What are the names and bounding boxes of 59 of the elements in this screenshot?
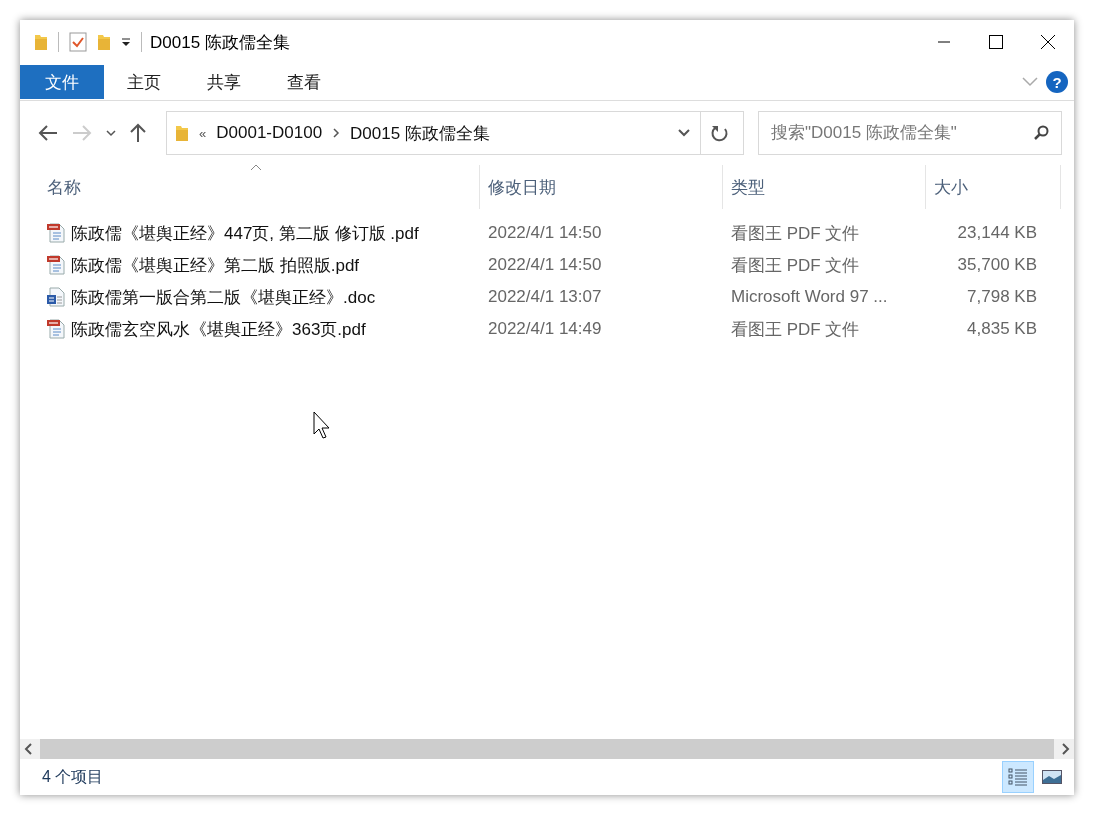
folder-icon xyxy=(175,124,189,142)
file-row[interactable]: 陈政儒《堪舆正经》第二版 拍照版.pdf 2022/4/1 14:50 看图王 PDF 文件 35,700 KB xyxy=(20,249,1074,281)
recent-dropdown-icon[interactable] xyxy=(106,129,116,137)
column-header[interactable]: 修改日期 xyxy=(480,165,723,209)
file-row[interactable]: 陈政儒玄空风水《堪舆正经》363页.pdf 2022/4/1 14:49 看图王 PDF 文件 4,835 KB xyxy=(20,313,1074,345)
sort-caret-icon xyxy=(249,164,262,171)
breadcrumb-item[interactable]: D0015 陈政儒全集 xyxy=(350,121,490,145)
file-size: 23,144 KB xyxy=(956,223,1038,243)
address-dropdown-icon[interactable] xyxy=(678,129,690,137)
up-arrow-icon[interactable] xyxy=(130,123,146,143)
close-icon[interactable] xyxy=(1040,34,1056,50)
word-document-icon xyxy=(47,287,65,307)
modified-date: 2022/4/1 14:50 xyxy=(487,255,603,275)
chevron-right-icon[interactable] xyxy=(332,128,341,138)
file-size: 7,798 KB xyxy=(966,287,1038,307)
pdf-file-icon xyxy=(47,319,65,339)
file-type: 看图王 PDF 文件 xyxy=(730,222,861,245)
file-menu-tab[interactable]: 文件 xyxy=(20,65,104,99)
landscape-picture-icon[interactable] xyxy=(1042,770,1062,784)
customize-dropdown-icon[interactable] xyxy=(121,37,131,47)
item-count: 4 个项目 xyxy=(42,766,104,787)
file-name: 陈政儒《堪舆正经》第二版 拍照版.pdf xyxy=(71,254,360,277)
horizontal-scrollbar[interactable] xyxy=(20,739,1074,759)
pdf-file-icon xyxy=(47,223,65,243)
file-size: 4,835 KB xyxy=(966,319,1038,339)
search-box[interactable]: 搜索"D0015 陈政儒全集" xyxy=(758,111,1062,155)
file-type: Microsoft Word 97 ... xyxy=(730,287,889,307)
ribbon-tab[interactable]: 共享 xyxy=(184,65,264,99)
help-button[interactable]: ? xyxy=(1046,71,1068,93)
modified-date: 2022/4/1 14:50 xyxy=(487,223,603,243)
file-name: 陈政儒《堪舆正经》447页, 第二版 修订版 .pdf xyxy=(71,222,419,245)
ribbon-tab[interactable]: 主页 xyxy=(104,65,184,99)
search-icon[interactable] xyxy=(1033,125,1049,141)
file-type: 看图王 PDF 文件 xyxy=(730,318,861,341)
file-row[interactable]: 陈政儒《堪舆正经》447页, 第二版 修订版 .pdf 2022/4/1 14:50 看图王 PDF 文件 23,144 KB xyxy=(20,217,1074,249)
ribbon-tab[interactable]: 查看 xyxy=(264,65,344,99)
column-header[interactable]: 大小 xyxy=(926,165,1061,209)
file-type: 看图王 PDF 文件 xyxy=(730,254,861,277)
details-list-icon[interactable] xyxy=(1008,768,1028,786)
refresh-icon[interactable] xyxy=(711,124,729,142)
modified-date: 2022/4/1 14:49 xyxy=(487,319,603,339)
scroll-left-icon[interactable] xyxy=(24,743,34,755)
file-size: 35,700 KB xyxy=(956,255,1038,275)
back-arrow-icon[interactable] xyxy=(38,125,58,141)
breadcrumb-overflow[interactable]: « xyxy=(199,125,207,141)
address-bar[interactable]: « D0001-D0100 D0015 陈政儒全集 xyxy=(166,111,744,155)
breadcrumb-item[interactable]: D0001-D0100 xyxy=(216,123,323,143)
file-row[interactable]: 陈政儒第一版合第二版《堪舆正经》.doc 2022/4/1 13:07 Microsoft Word 97 ... 7,798 KB xyxy=(20,281,1074,313)
modified-date: 2022/4/1 13:07 xyxy=(487,287,603,307)
maximize-icon[interactable] xyxy=(989,35,1003,49)
pdf-file-icon xyxy=(47,255,65,275)
mouse-pointer-icon xyxy=(313,411,333,439)
column-header[interactable]: 类型 xyxy=(723,165,926,209)
window-title: D0015 陈政儒全集 xyxy=(150,31,290,54)
file-name: 陈政儒玄空风水《堪舆正经》363页.pdf xyxy=(71,318,366,341)
scroll-right-icon[interactable] xyxy=(1060,743,1070,755)
properties-icon[interactable] xyxy=(69,32,87,52)
column-header[interactable]: 名称 xyxy=(20,165,480,209)
file-name: 陈政儒第一版合第二版《堪舆正经》.doc xyxy=(71,286,376,309)
